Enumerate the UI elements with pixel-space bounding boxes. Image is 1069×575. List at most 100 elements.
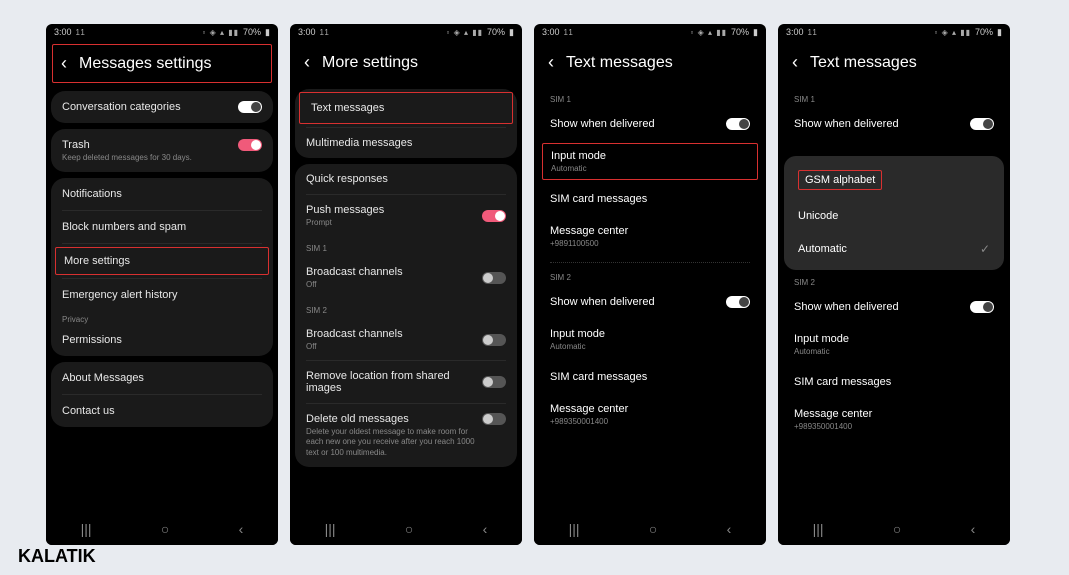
menu-item-unicode[interactable]: Unicode	[784, 200, 1004, 232]
row-sim-card-messages-sim2[interactable]: SIM card messages	[786, 366, 1002, 398]
toggle[interactable]	[726, 118, 750, 130]
nav-home-icon[interactable]: ○	[161, 521, 169, 537]
status-battery: 70%	[243, 27, 261, 37]
sublabel: +9891100500	[550, 239, 628, 248]
sublabel: Off	[306, 342, 403, 351]
nav-back-icon[interactable]: ‹	[971, 521, 976, 537]
battery-icon: ▮	[509, 27, 514, 38]
label: Text messages	[311, 102, 384, 114]
section-sim1: SIM 1	[786, 89, 1002, 108]
row-input-mode-sim2[interactable]: Input mode Automatic	[786, 323, 1002, 366]
page-title: Text messages	[810, 54, 917, 72]
row-show-delivered-sim1[interactable]: Show when delivered	[542, 108, 758, 140]
row-remove-location[interactable]: Remove location from shared images	[295, 361, 517, 403]
row-sim-card-messages-sim2[interactable]: SIM card messages	[542, 361, 758, 393]
row-broadcast-sim2[interactable]: Broadcast channels Off	[295, 319, 517, 360]
row-permissions[interactable]: Permissions	[51, 324, 273, 356]
row-show-delivered-sim2[interactable]: Show when delivered	[786, 291, 1002, 323]
row-message-center-sim2[interactable]: Message center +989350001400	[786, 398, 1002, 441]
status-battery: 70%	[487, 27, 505, 37]
row-input-mode-sim1[interactable]: Input mode Automatic	[542, 143, 758, 180]
toggle[interactable]	[238, 139, 262, 151]
menu-item-gsm[interactable]: GSM alphabet	[784, 160, 1004, 200]
nav-recent-icon[interactable]: |||	[569, 521, 580, 537]
page-title: Text messages	[566, 54, 673, 72]
label: Show when delivered	[550, 296, 655, 308]
nav-back-icon[interactable]: ‹	[483, 521, 488, 537]
toggle[interactable]	[482, 413, 506, 425]
content-area: SIM 1 Show when delivered Input mode Aut…	[534, 89, 766, 511]
row-push-messages[interactable]: Push messages Prompt	[295, 195, 517, 236]
label: Unicode	[798, 210, 838, 222]
toggle[interactable]	[482, 376, 506, 388]
row-contact[interactable]: Contact us	[51, 395, 273, 427]
status-bar: 3:0011 ▫ ◈ ▴ ▮▮70%▮	[534, 24, 766, 40]
toggle[interactable]	[238, 101, 262, 113]
section-sim1: SIM 1	[542, 89, 758, 108]
label: SIM card messages	[550, 371, 647, 383]
toggle[interactable]	[482, 334, 506, 346]
status-date: 11	[320, 28, 330, 37]
row-conversation-categories[interactable]: Conversation categories	[51, 91, 273, 123]
toggle[interactable]	[482, 210, 506, 222]
check-icon: ✓	[980, 242, 990, 256]
label: More settings	[64, 255, 130, 267]
nav-bar: ||| ○ ‹	[46, 511, 278, 545]
row-mms[interactable]: Multimedia messages	[295, 128, 517, 158]
sublabel: Off	[306, 280, 403, 289]
row-block-spam[interactable]: Block numbers and spam	[51, 211, 273, 243]
nav-home-icon[interactable]: ○	[405, 521, 413, 537]
header: ‹ More settings	[290, 40, 522, 89]
nav-back-icon[interactable]: ‹	[239, 521, 244, 537]
row-message-center-sim1[interactable]: Message center +9891100500	[542, 215, 758, 258]
sublabel: +989350001400	[794, 422, 872, 431]
label: About Messages	[62, 372, 144, 384]
sublabel: Delete your oldest message to make room …	[306, 427, 476, 458]
nav-bar: ||| ○ ‹	[534, 511, 766, 545]
status-time: 3:00	[786, 27, 804, 37]
row-more-settings[interactable]: More settings	[55, 247, 269, 275]
row-sim-card-messages-sim1[interactable]: SIM card messages	[542, 183, 758, 215]
row-show-delivered-sim1[interactable]: Show when delivered	[786, 108, 1002, 140]
row-show-delivered-sim2[interactable]: Show when delivered	[542, 286, 758, 318]
nav-recent-icon[interactable]: |||	[325, 521, 336, 537]
row-input-mode-sim2[interactable]: Input mode Automatic	[542, 318, 758, 361]
row-quick-responses[interactable]: Quick responses	[295, 164, 517, 194]
back-icon[interactable]: ‹	[61, 53, 67, 74]
status-date: 11	[76, 28, 86, 37]
row-delete-old[interactable]: Delete old messages Delete your oldest m…	[295, 404, 517, 467]
toggle[interactable]	[482, 272, 506, 284]
content-area: Conversation categories Trash Keep delet…	[46, 91, 278, 511]
row-broadcast-sim1[interactable]: Broadcast channels Off	[295, 257, 517, 298]
row-message-center-sim2[interactable]: Message center +989350001400	[542, 393, 758, 436]
back-icon[interactable]: ‹	[548, 52, 554, 73]
row-about[interactable]: About Messages	[51, 362, 273, 394]
row-text-messages[interactable]: Text messages	[299, 92, 513, 124]
back-icon[interactable]: ‹	[792, 52, 798, 73]
row-notifications[interactable]: Notifications	[51, 178, 273, 210]
toggle[interactable]	[726, 296, 750, 308]
label: Message center	[794, 408, 872, 420]
toggle[interactable]	[970, 118, 994, 130]
nav-recent-icon[interactable]: |||	[81, 521, 92, 537]
nav-home-icon[interactable]: ○	[893, 521, 901, 537]
label: Show when delivered	[794, 301, 899, 313]
row-trash[interactable]: Trash Keep deleted messages for 30 days.	[51, 129, 273, 172]
status-icons: ▫ ◈ ▴ ▮▮	[447, 28, 483, 37]
toggle[interactable]	[970, 301, 994, 313]
label: Permissions	[62, 334, 122, 346]
sublabel: Automatic	[794, 347, 849, 356]
label: SIM card messages	[794, 376, 891, 388]
battery-icon: ▮	[997, 27, 1002, 38]
nav-back-icon[interactable]: ‹	[727, 521, 732, 537]
sublabel: Automatic	[550, 342, 605, 351]
page-title: More settings	[322, 54, 418, 72]
input-mode-menu: GSM alphabet Unicode Automatic ✓	[784, 156, 1004, 270]
battery-icon: ▮	[265, 27, 270, 38]
section-sim2: SIM 2	[542, 267, 758, 286]
row-emergency[interactable]: Emergency alert history	[51, 279, 273, 311]
back-icon[interactable]: ‹	[304, 52, 310, 73]
menu-item-automatic[interactable]: Automatic ✓	[784, 232, 1004, 266]
nav-recent-icon[interactable]: |||	[813, 521, 824, 537]
nav-home-icon[interactable]: ○	[649, 521, 657, 537]
